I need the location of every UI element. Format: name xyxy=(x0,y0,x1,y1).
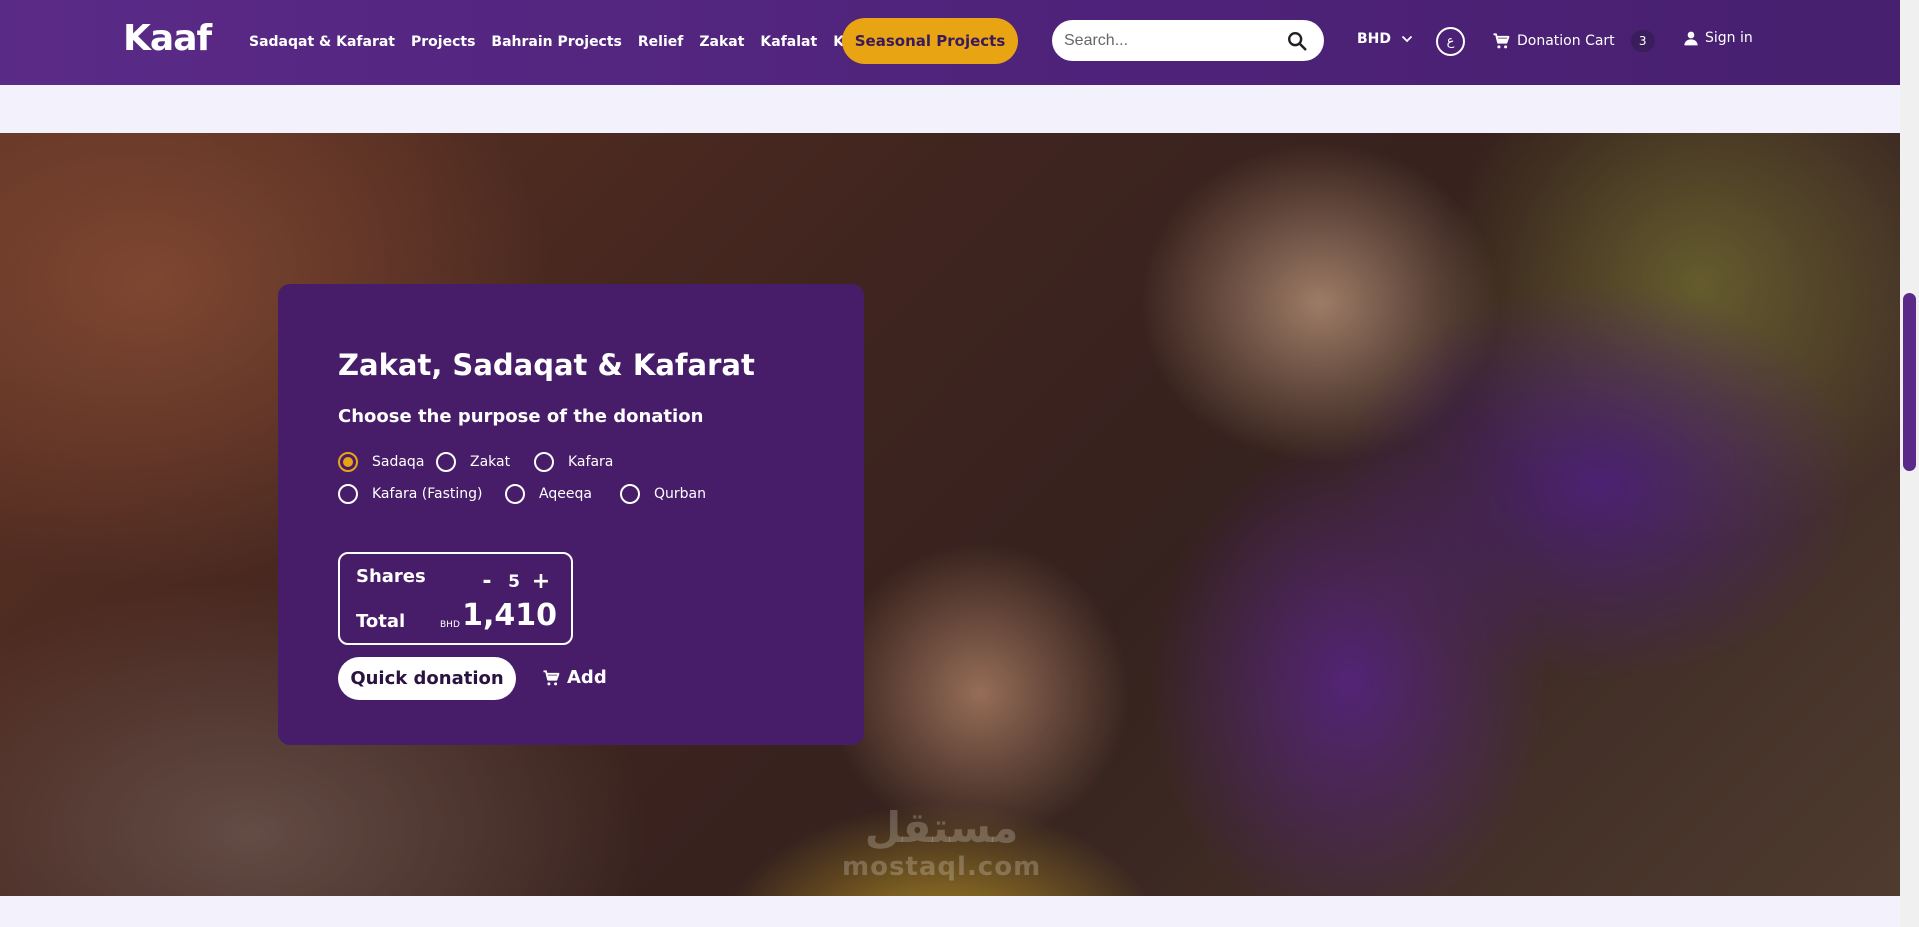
search-input[interactable] xyxy=(1064,31,1274,50)
shares-label: Shares xyxy=(356,566,426,587)
purpose-option-aqeeqa[interactable]: Aqeeqa xyxy=(505,484,592,504)
currency-selector[interactable]: BHD xyxy=(1357,31,1413,47)
cart-count-badge: 3 xyxy=(1630,30,1655,52)
donation-cart-link[interactable]: Donation Cart 3 xyxy=(1491,30,1655,52)
radio-label: Sadaqa xyxy=(372,454,425,470)
add-to-cart-button[interactable]: Add xyxy=(541,667,607,688)
nav-item-bahrain-projects[interactable]: Bahrain Projects xyxy=(491,34,621,50)
purpose-option-qurban[interactable]: Qurban xyxy=(620,484,706,504)
nav-item-zakat[interactable]: Zakat xyxy=(699,34,744,50)
total-label: Total xyxy=(356,611,406,632)
seasonal-projects-button[interactable]: Seasonal Projects xyxy=(842,18,1018,64)
cart-icon xyxy=(543,669,560,685)
donation-title: Zakat, Sadaqat & Kafarat xyxy=(338,348,755,382)
scrollbar-thumb[interactable] xyxy=(1903,293,1916,471)
radio-button[interactable] xyxy=(338,452,358,472)
quick-donation-button[interactable]: Quick donation xyxy=(338,657,516,700)
user-icon xyxy=(1684,31,1698,46)
radio-label: Zakat xyxy=(470,454,511,470)
purpose-options: Sadaqa Zakat Kafara Kafara (Fasting) Aqe… xyxy=(338,452,818,512)
total-currency: BHD xyxy=(440,620,460,630)
increment-button[interactable]: + xyxy=(530,571,552,593)
nav-item-relief[interactable]: Relief xyxy=(638,34,683,50)
donation-card: Zakat, Sadaqat & Kafarat Choose the purp… xyxy=(278,284,864,745)
site-header: Kaaf Sadaqat & Kafarat Projects Bahrain … xyxy=(0,0,1900,85)
purpose-option-kafara-fasting[interactable]: Kafara (Fasting) xyxy=(338,484,483,504)
main-nav: Sadaqat & Kafarat Projects Bahrain Proje… xyxy=(249,34,889,50)
sign-in-label: Sign in xyxy=(1705,30,1753,46)
donation-subtitle: Choose the purpose of the donation xyxy=(338,406,704,427)
nav-item-sadaqat-kafarat[interactable]: Sadaqat & Kafarat xyxy=(249,34,395,50)
purpose-option-zakat[interactable]: Zakat xyxy=(436,452,510,472)
radio-label: Qurban xyxy=(654,486,706,502)
search-icon[interactable] xyxy=(1286,30,1308,52)
purpose-option-sadaqa[interactable]: Sadaqa xyxy=(338,452,424,472)
watermark-arabic: مستقل xyxy=(864,803,1019,852)
language-toggle[interactable]: ع xyxy=(1436,27,1465,56)
shares-box: Shares - 5 + Total BHD 1,410 xyxy=(338,552,573,645)
add-label: Add xyxy=(567,667,607,688)
nav-item-projects[interactable]: Projects xyxy=(411,34,475,50)
radio-button[interactable] xyxy=(620,484,640,504)
decrement-button[interactable]: - xyxy=(476,571,498,593)
shares-value: 5 xyxy=(508,572,520,592)
currency-label: BHD xyxy=(1357,31,1392,47)
purpose-option-kafara[interactable]: Kafara xyxy=(534,452,613,472)
cart-label: Donation Cart xyxy=(1517,33,1615,49)
radio-button[interactable] xyxy=(338,484,358,504)
search-box xyxy=(1052,20,1324,61)
nav-item-kafalat[interactable]: Kafalat xyxy=(760,34,817,50)
cart-icon xyxy=(1493,33,1510,49)
site-logo[interactable]: Kaaf xyxy=(123,18,212,59)
total-amount: 1,410 xyxy=(462,598,557,633)
watermark: مستقل mostaql.com xyxy=(842,803,1041,882)
radio-button[interactable] xyxy=(436,452,456,472)
radio-button[interactable] xyxy=(534,452,554,472)
shares-stepper: - 5 + xyxy=(476,571,552,593)
chevron-down-icon xyxy=(1401,35,1413,43)
sign-in-link[interactable]: Sign in xyxy=(1683,30,1753,46)
hero-banner: Zakat, Sadaqat & Kafarat Choose the purp… xyxy=(0,133,1900,896)
radio-label: Kafara xyxy=(568,454,614,470)
radio-label: Aqeeqa xyxy=(539,486,592,502)
radio-label: Kafara (Fasting) xyxy=(372,486,483,502)
watermark-latin: mostaql.com xyxy=(842,852,1042,882)
radio-button[interactable] xyxy=(505,484,525,504)
